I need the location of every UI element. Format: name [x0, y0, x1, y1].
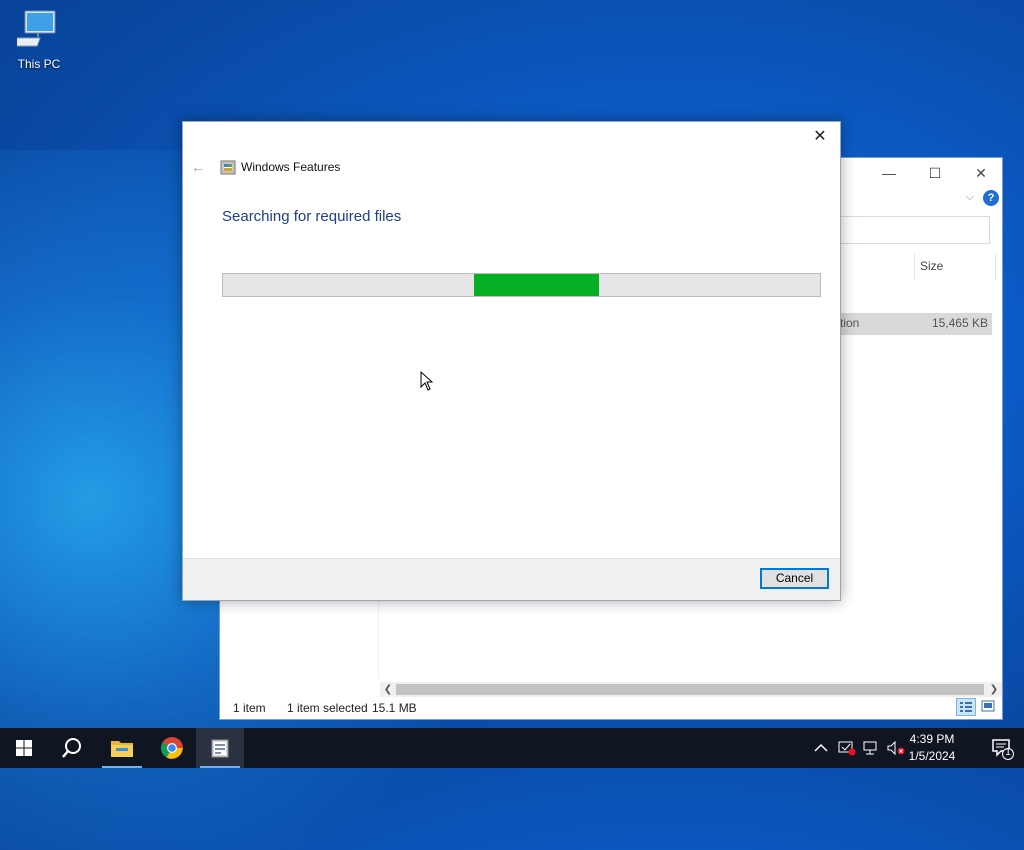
mouse-cursor-icon — [420, 371, 434, 391]
search-button[interactable] — [48, 728, 96, 768]
nav-pane-divider — [378, 598, 379, 678]
network-icon — [863, 741, 877, 755]
dialog-footer: Cancel — [183, 558, 840, 600]
horizontal-scrollbar[interactable]: ❮ ❯ — [380, 682, 1002, 697]
search-icon — [62, 738, 81, 758]
chevron-down-icon[interactable]: ⌵ — [966, 191, 974, 204]
taskbar-clock[interactable]: 4:39 PM 1/5/2024 — [902, 731, 962, 765]
windows-features-icon — [220, 160, 236, 175]
windows-logo-icon — [16, 740, 32, 756]
taskbar: 4:39 PM 1/5/2024 1 — [0, 728, 1024, 768]
show-hidden-icons-button[interactable] — [814, 728, 828, 768]
notification-count: 1 — [1005, 747, 1011, 758]
clock-time: 4:39 PM — [909, 732, 955, 746]
clock-date: 1/5/2024 — [908, 749, 956, 763]
status-selected-count: 1 item selected — [287, 701, 368, 715]
status-bar: 1 item 1 item selected 15.1 MB — [220, 697, 1002, 719]
minimize-button[interactable]: — — [866, 158, 912, 188]
file-size-cell: 15,465 KB — [931, 316, 988, 330]
network-tray-icon[interactable] — [862, 728, 880, 768]
close-button[interactable]: ✕ — [958, 158, 1004, 188]
dialog-heading: Searching for required files — [222, 208, 402, 225]
dialog-close-button[interactable]: ✕ — [806, 126, 834, 148]
folder-icon — [111, 741, 133, 757]
computer-icon — [6, 10, 56, 47]
maximize-button[interactable]: ☐ — [912, 158, 958, 188]
dialog-app-title: Windows Features — [241, 160, 341, 174]
scroll-left-icon[interactable]: ❮ — [380, 682, 396, 697]
taskbar-file-explorer[interactable] — [98, 728, 146, 768]
start-button[interactable] — [0, 728, 48, 768]
help-icon[interactable]: ? — [983, 190, 999, 206]
status-item-count: 1 item — [233, 701, 266, 715]
file-type-cell: tion — [840, 316, 860, 330]
status-selected-size: 15.1 MB — [372, 701, 417, 715]
security-tray-icon[interactable] — [838, 728, 856, 768]
large-icons-view-icon — [981, 700, 995, 712]
search-box[interactable] — [840, 216, 990, 244]
windows-features-dialog[interactable]: ✕ ← Windows Features Searching for requi… — [182, 121, 841, 601]
desktop-icon-label: This PC — [17, 57, 61, 71]
details-view-icon — [960, 702, 972, 712]
chrome-icon — [161, 737, 183, 759]
windows-features-icon — [211, 739, 229, 758]
column-divider — [914, 254, 915, 280]
desktop-icon-this-pc[interactable]: This PC — [6, 8, 70, 71]
security-warning-icon — [838, 741, 856, 756]
progress-bar-fill — [473, 274, 600, 296]
cancel-button[interactable]: Cancel — [760, 568, 829, 589]
column-header-size[interactable]: Size — [920, 259, 943, 273]
scrollbar-thumb[interactable] — [396, 684, 984, 695]
action-center-button[interactable]: 1 — [990, 736, 1014, 760]
back-arrow-icon[interactable]: ← — [191, 159, 205, 175]
taskbar-windows-features[interactable] — [196, 728, 244, 768]
chevron-up-icon — [814, 743, 828, 752]
column-divider — [995, 254, 996, 280]
taskbar-chrome[interactable] — [148, 728, 196, 768]
large-icons-view-button[interactable] — [979, 698, 999, 716]
progress-bar — [222, 273, 821, 297]
scroll-right-icon[interactable]: ❯ — [986, 682, 1002, 697]
details-view-button[interactable] — [956, 698, 976, 716]
